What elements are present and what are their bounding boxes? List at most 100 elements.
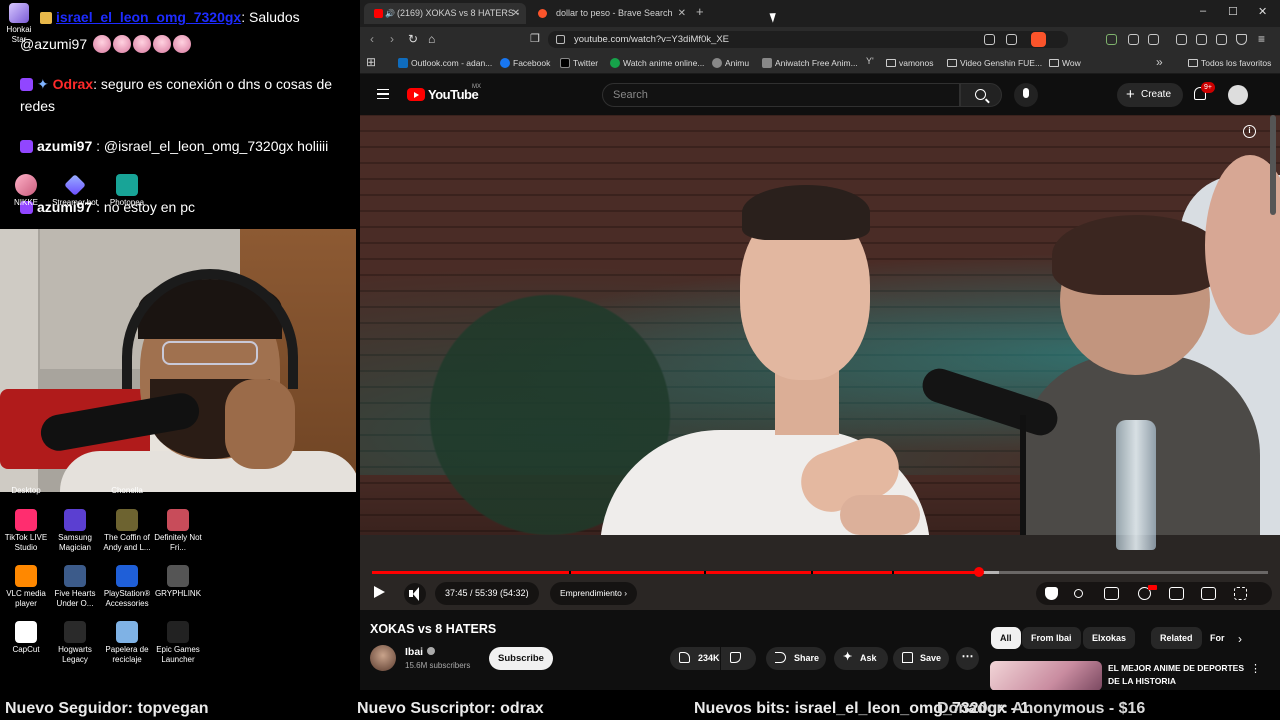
apps-grid-icon[interactable]: ⊞	[366, 55, 376, 69]
chip-related[interactable]: Related	[1151, 627, 1202, 649]
tab-bar: 🔊 (2169) XOKAS vs 8 HATERS - ✕ dollar to…	[360, 0, 1280, 27]
site-info-icon[interactable]	[556, 35, 565, 44]
channel-avatar[interactable]	[370, 645, 396, 671]
play-icon[interactable]	[374, 586, 385, 598]
desktop-icon-label: Chonella	[111, 486, 143, 495]
new-tab-button[interactable]: +	[696, 4, 704, 19]
app-icon	[116, 621, 138, 643]
bookmark-folder-vamonos[interactable]: vamonos	[886, 52, 934, 74]
youtube-wordmark[interactable]: YouTube	[428, 87, 479, 102]
search-input[interactable]: Search	[602, 83, 960, 107]
chat-username[interactable]: israel_el_leon_omg_7320gx	[56, 9, 241, 25]
extensions-icon[interactable]	[1128, 34, 1139, 45]
hamburger-menu-icon[interactable]	[377, 89, 389, 99]
microphone-icon[interactable]	[1014, 83, 1038, 107]
tab-youtube[interactable]: 🔊 (2169) XOKAS vs 8 HATERS - ✕	[364, 3, 526, 24]
bookmark-animu[interactable]: Animu	[712, 52, 749, 74]
leo-ai-icon[interactable]	[1216, 34, 1227, 45]
desktop-icon[interactable]: CapCut	[2, 621, 50, 655]
account-avatar[interactable]	[1228, 85, 1248, 105]
share-page-icon[interactable]	[1006, 34, 1017, 45]
desktop-icon[interactable]: The Coffin of Andy and L...	[103, 509, 151, 553]
bookmark-y-icon[interactable]: Y'	[866, 56, 874, 66]
bookmark-folder-genshin[interactable]: Video Genshin FUE...	[947, 52, 1042, 74]
chip-elxokas[interactable]: Elxokas	[1083, 627, 1136, 649]
desktop-icon-label: Epic Games Launcher	[156, 645, 200, 664]
search-icon[interactable]	[960, 83, 1002, 107]
more-bookmarks-icon[interactable]: »	[1156, 55, 1163, 69]
close-window-icon[interactable]: ✕	[1258, 5, 1267, 18]
bookmark-folder-wow[interactable]: Wow	[1049, 52, 1081, 74]
desktop-icon-streamerbot[interactable]: Streamer.bot	[51, 174, 99, 208]
chip-for-you[interactable]: For yo	[1201, 627, 1233, 649]
share-button[interactable]: Share	[766, 647, 826, 670]
bookmark-icon[interactable]: ❐	[530, 32, 540, 45]
sidebar-icon[interactable]	[1148, 34, 1159, 45]
home-icon[interactable]: ⌂	[428, 32, 435, 46]
minimize-icon[interactable]: –	[1200, 5, 1206, 17]
like-button[interactable]: 234K	[670, 647, 720, 670]
fullscreen-icon[interactable]	[1234, 587, 1247, 600]
desktop-icon[interactable]: TikTok LIVE Studio	[2, 509, 50, 553]
desktop-icon[interactable]: Samsung Magician	[51, 509, 99, 553]
dislike-button[interactable]	[721, 647, 756, 670]
close-tab-icon[interactable]: ✕	[678, 3, 686, 24]
chip-all[interactable]: All	[991, 627, 1021, 649]
chip-from-channel[interactable]: From Ibai	[1022, 627, 1081, 649]
miniplayer-icon[interactable]	[1169, 587, 1184, 600]
wallet-icon[interactable]	[1196, 34, 1207, 45]
desktop-icon[interactable]: Papelera de reciclaje	[103, 621, 151, 665]
shield-icon[interactable]	[1045, 587, 1058, 600]
ticker-donation: Donador: Anonymous - $16	[937, 700, 1146, 717]
forward-icon[interactable]: ›	[390, 32, 394, 46]
menu-icon[interactable]: ≡	[1258, 32, 1265, 46]
desktop-icon-nikke[interactable]: NIKKE	[2, 174, 50, 208]
close-tab-icon[interactable]: ✕	[512, 3, 520, 24]
video-player[interactable]: i 37:45 / 55:39 (54:32) Emprendimiento ›	[360, 115, 1280, 610]
bookmark-watch-anime[interactable]: Watch anime online...	[610, 52, 704, 74]
create-button[interactable]: + Create	[1117, 83, 1183, 107]
vpn-icon[interactable]	[1236, 34, 1247, 45]
chat-username[interactable]: azumi97	[37, 138, 92, 154]
page-scrollbar[interactable]	[1270, 115, 1276, 215]
extension-icon[interactable]	[1106, 34, 1117, 45]
info-icon[interactable]: i	[1243, 125, 1256, 138]
kebab-menu-icon[interactable]: ⋮	[1250, 662, 1261, 675]
tab-brave-search[interactable]: dollar to peso - Brave Search ✕	[528, 3, 692, 24]
channel-name[interactable]: Ibai	[405, 646, 436, 658]
recommended-title[interactable]: EL MEJOR ANIME DE DEPORTES DE LA HISTORI…	[1108, 662, 1258, 688]
back-icon[interactable]: ‹	[370, 32, 374, 46]
reload-icon[interactable]: ↻	[408, 32, 418, 46]
desktop-icon[interactable]: Definitely Not Fri...	[154, 509, 202, 553]
volume-icon[interactable]	[404, 583, 426, 605]
maximize-icon[interactable]: ☐	[1228, 5, 1238, 18]
bookmark-all-favorites[interactable]: Todos los favoritos	[1188, 52, 1271, 74]
save-button[interactable]: Save	[893, 647, 949, 670]
bookmark-aniwatch[interactable]: Aniwatch Free Anim...	[762, 52, 858, 74]
bookmark-outlook[interactable]: Outlook.com - adan...	[398, 52, 492, 74]
autoplay-toggle-icon[interactable]	[1074, 589, 1083, 598]
install-app-icon[interactable]	[984, 34, 995, 45]
desktop-icon[interactable]: Five Hearts Under O...	[51, 565, 99, 609]
progress-bar[interactable]	[372, 567, 1268, 577]
recommended-thumbnail[interactable]	[990, 661, 1102, 690]
brave-shields-icon[interactable]	[1031, 32, 1046, 47]
desktop-icon[interactable]: Hogwarts Legacy	[51, 621, 99, 665]
desktop-icon-photopea[interactable]: Photopea	[103, 174, 151, 208]
youtube-logo-icon[interactable]	[407, 88, 425, 101]
subscribe-button[interactable]: Subscribe	[489, 647, 553, 670]
bookmark-twitter[interactable]: Twitter	[560, 52, 598, 74]
cast-icon[interactable]	[1201, 587, 1216, 600]
desktop-icon[interactable]: PlayStation® Accessories	[103, 565, 151, 609]
desktop-icon[interactable]: GRYPHLINK	[154, 565, 202, 599]
desktop-icon[interactable]: VLC media player	[2, 565, 50, 609]
more-actions-icon[interactable]: ⋯	[956, 647, 979, 670]
ask-button[interactable]: ✦ Ask	[834, 647, 888, 670]
desktop-icon[interactable]: Epic Games Launcher	[154, 621, 202, 665]
chapter-button[interactable]: Emprendimiento ›	[550, 582, 638, 605]
chevron-right-icon[interactable]: ›	[1238, 632, 1242, 646]
captions-icon[interactable]	[1104, 587, 1119, 600]
music-icon[interactable]	[1176, 34, 1187, 45]
chat-username[interactable]: Odrax	[53, 76, 93, 92]
bookmark-facebook[interactable]: Facebook	[500, 52, 550, 74]
